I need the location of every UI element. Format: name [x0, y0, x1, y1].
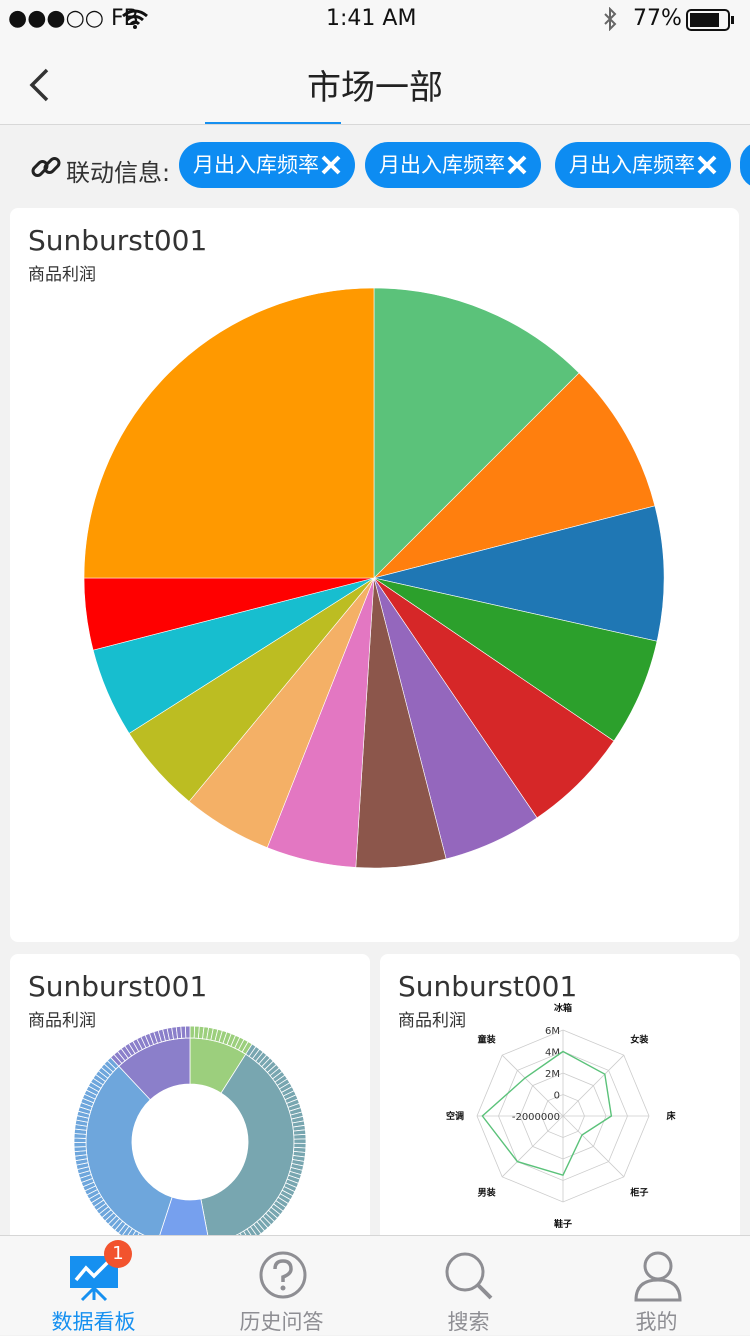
clock: 1:41 AM: [326, 6, 417, 31]
tab-me[interactable]: 我的: [563, 1236, 750, 1335]
radar-indicator-label: 柜子: [629, 1186, 648, 1198]
tab-label: 我的: [635, 1310, 678, 1334]
battery-icon: [686, 9, 734, 31]
user-icon: [634, 1251, 682, 1302]
sunburst-leaf: [293, 1138, 307, 1144]
filter-chip[interactable]: 月出入库频率: [555, 142, 731, 188]
tab-label: 搜索: [447, 1310, 490, 1334]
close-icon[interactable]: [695, 153, 719, 177]
sunburst-chart-card[interactable]: Sunburst001 商品利润: [10, 954, 370, 1254]
close-icon[interactable]: [505, 153, 529, 177]
radar-tick-label: 2M: [545, 1069, 560, 1080]
carrier: ●●●○○ FB: [8, 6, 139, 31]
page-title: 市场一部: [307, 68, 443, 108]
radar-chart: 冰箱女装床柜子鞋子 男装 空调 童装 6M 4M 2M 0 -2000000: [446, 1002, 677, 1230]
radar-indicator-label: 床: [666, 1110, 676, 1122]
sunburst-leaf: [184, 1025, 191, 1039]
link-icon: [31, 157, 61, 177]
tab-label: 历史问答: [239, 1310, 324, 1334]
pie-chart-card[interactable]: Sunburst001 商品利润: [10, 208, 739, 942]
filter-chip-label: 月出入库频率: [569, 153, 695, 177]
filter-chip[interactable]: 月出入库频率: [179, 142, 355, 188]
filter-chip-label: 月出入库频率: [379, 153, 505, 177]
radar-tick-label: 4M: [545, 1048, 560, 1059]
filter-chip-partial[interactable]: [740, 142, 750, 188]
pie-chart: [83, 287, 665, 869]
notification-badge: 1: [104, 1240, 132, 1268]
wifi-icon: [122, 9, 148, 29]
radar-chart-card[interactable]: Sunburst001 商品利润 冰箱 女装床柜子 鞋子 男装 空调 童装 6M 4M 2M 0-…: [380, 954, 740, 1254]
tab-bar: 1 数据看板 历史问答 搜索 我的: [0, 1235, 750, 1335]
status-bar: ●●●○○ FB 1:41 AM 77%: [0, 0, 750, 40]
tab-dashboard[interactable]: 1 数据看板: [0, 1236, 187, 1335]
tab-search[interactable]: 搜索: [375, 1236, 562, 1335]
nav-bar: 市场一部: [0, 40, 750, 125]
link-info-label: 联动信息:: [66, 159, 171, 187]
radar-tick-label: -2000000: [512, 1112, 560, 1123]
radar-indicator-label: 童装: [478, 1034, 497, 1046]
pie-slice-12: [83, 287, 375, 579]
radar-tick-label: 6M: [545, 1026, 560, 1037]
radar-tick-label: 0: [554, 1091, 560, 1102]
radar-indicator-label: 鞋子: [554, 1218, 572, 1230]
radar-indicator-label: 冰箱: [554, 1002, 572, 1014]
battery-percent: 77%: [633, 6, 682, 31]
search-icon: [445, 1252, 493, 1300]
filter-chip[interactable]: 月出入库频率: [365, 142, 541, 188]
close-icon[interactable]: [319, 153, 343, 177]
radar-indicator-label: 空调: [446, 1110, 464, 1122]
tab-label: 数据看板: [51, 1310, 136, 1334]
tab-indicator: [205, 122, 341, 124]
sunburst-leaf: [293, 1133, 307, 1140]
radar-indicator-label: 男装: [478, 1186, 497, 1198]
radar-indicator-label: 女装: [630, 1034, 649, 1046]
sunburst-chart: [73, 1025, 307, 1254]
link-info-bar: 联动信息: 月出入库频率 月出入库频率 月出入库频率: [0, 125, 750, 207]
sunburst-leaf: [73, 1142, 87, 1148]
question-icon: [259, 1251, 307, 1299]
sunburst-hole: [132, 1084, 248, 1200]
filter-chip-label: 月出入库频率: [193, 153, 319, 177]
tab-history[interactable]: 历史问答: [188, 1236, 375, 1335]
bluetooth-icon: [604, 7, 617, 31]
